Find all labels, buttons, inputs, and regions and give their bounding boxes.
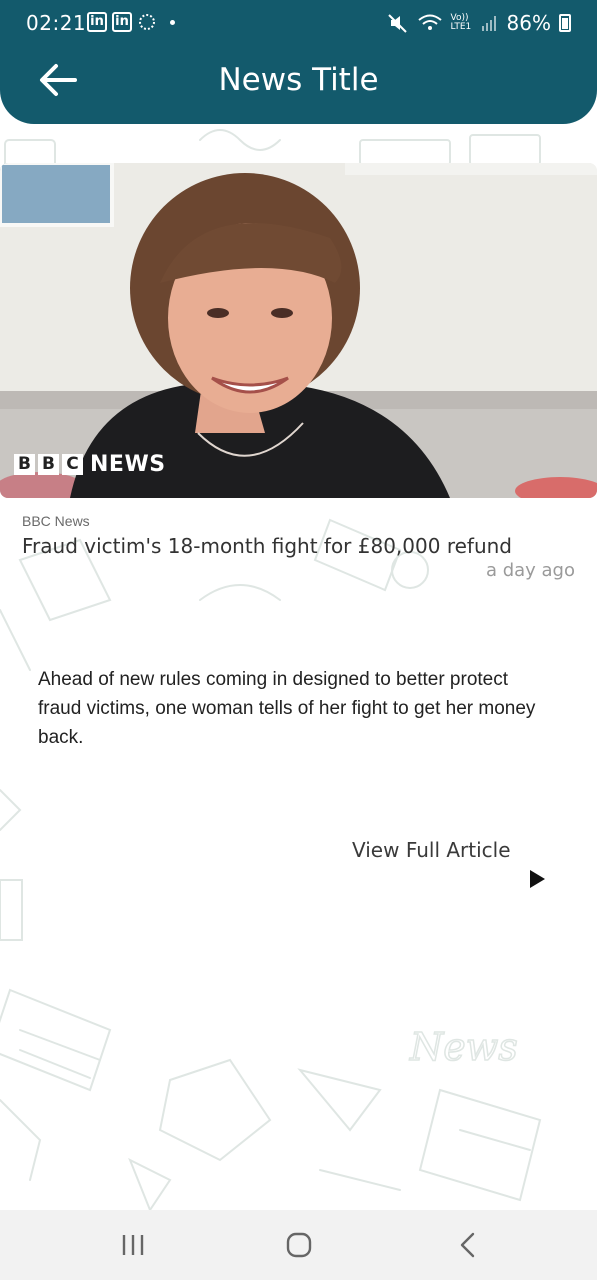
chevron-left-icon [460, 1232, 475, 1258]
article-image[interactable]: B B C NEWS [0, 163, 597, 498]
article-photo [0, 163, 597, 498]
view-full-article-link[interactable]: View Full Article [352, 838, 511, 862]
linkedin-icon: in [112, 12, 132, 32]
status-bar: 02:21 in in Vo)) LTE1 86% [0, 0, 597, 46]
article-timestamp: a day ago [485, 560, 575, 581]
play-icon[interactable] [530, 870, 545, 888]
signal-icon [481, 16, 496, 31]
notification-dot-icon [170, 19, 175, 25]
linkedin-icon: in [87, 12, 107, 32]
battery-percent: 86% [506, 11, 551, 35]
mute-icon [387, 14, 407, 33]
svg-text:News: News [409, 1025, 518, 1069]
bbc-news-word: NEWS [90, 452, 166, 477]
loading-ring-icon [139, 14, 155, 30]
recent-apps-button[interactable] [93, 1210, 173, 1280]
network-type-label: Vo)) LTE1 [450, 13, 472, 32]
article-headline[interactable]: Fraud victim's 18-month fight for £80,00… [22, 534, 577, 558]
wifi-icon [417, 14, 442, 30]
home-icon [286, 1232, 312, 1258]
bbc-news-logo: B B C NEWS [14, 452, 166, 477]
article-summary: Ahead of new rules coming in designed to… [38, 669, 536, 748]
news-card[interactable]: B B C NEWS BBC News Fraud victim's 18-mo… [0, 163, 597, 581]
bbc-letter: C [62, 454, 83, 475]
bbc-letter: B [14, 454, 35, 475]
status-right-icons: Vo)) LTE1 86% [387, 11, 571, 35]
article-source: BBC News [22, 513, 90, 529]
status-notification-icons: in in [87, 12, 175, 32]
battery-icon [559, 14, 571, 32]
app-header: 02:21 in in Vo)) LTE1 86% News Title [0, 0, 597, 124]
recent-apps-icon [122, 1235, 144, 1255]
status-time: 02:21 [26, 11, 87, 35]
system-back-button[interactable] [428, 1210, 508, 1280]
page-title: News Title [218, 62, 379, 98]
system-nav-bar [0, 1210, 597, 1280]
bbc-letter: B [38, 454, 59, 475]
home-button[interactable] [259, 1210, 339, 1280]
